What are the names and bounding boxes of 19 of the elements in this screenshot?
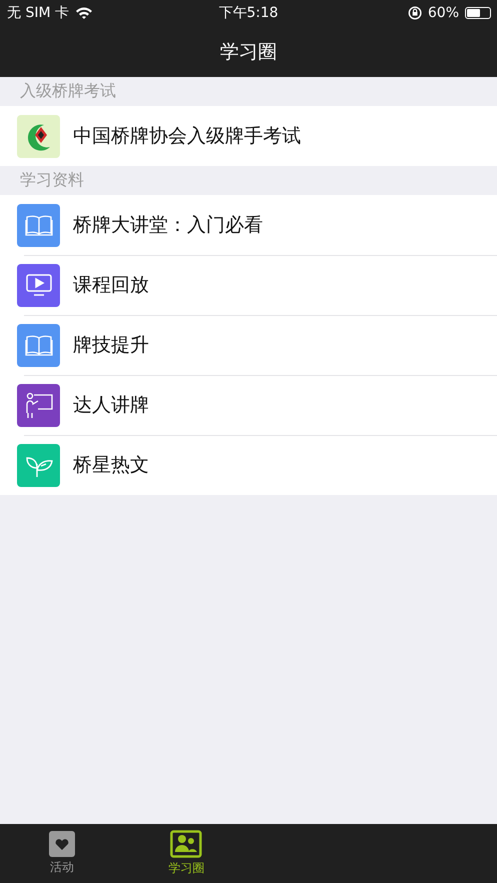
list-item[interactable]: 达人讲牌 [0, 375, 497, 435]
carrier-text: 无 SIM 卡 [7, 4, 69, 22]
people-icon [170, 830, 202, 858]
battery-percent: 60% [428, 5, 459, 21]
wifi-icon [75, 6, 93, 20]
rotation-lock-icon [408, 6, 422, 20]
list-item[interactable]: 中国桥牌协会入级牌手考试 [0, 106, 497, 166]
association-logo-icon [17, 114, 60, 158]
section-header: 入级桥牌考试 [20, 81, 116, 102]
list-item[interactable]: 桥星热文 [0, 435, 497, 495]
section-header: 学习资料 [20, 170, 84, 191]
list-item[interactable]: 课程回放 [0, 255, 497, 315]
tab-item[interactable]: 学习圈 [124, 824, 248, 883]
nav-title: 学习圈 [220, 40, 277, 64]
clock-text: 下午5:18 [218, 4, 278, 22]
tab-item[interactable]: 活动 [0, 824, 124, 883]
battery-icon [465, 7, 491, 19]
list-item[interactable]: 桥牌大讲堂：入门必看 [0, 195, 497, 255]
list-item[interactable]: 牌技提升 [0, 315, 497, 375]
